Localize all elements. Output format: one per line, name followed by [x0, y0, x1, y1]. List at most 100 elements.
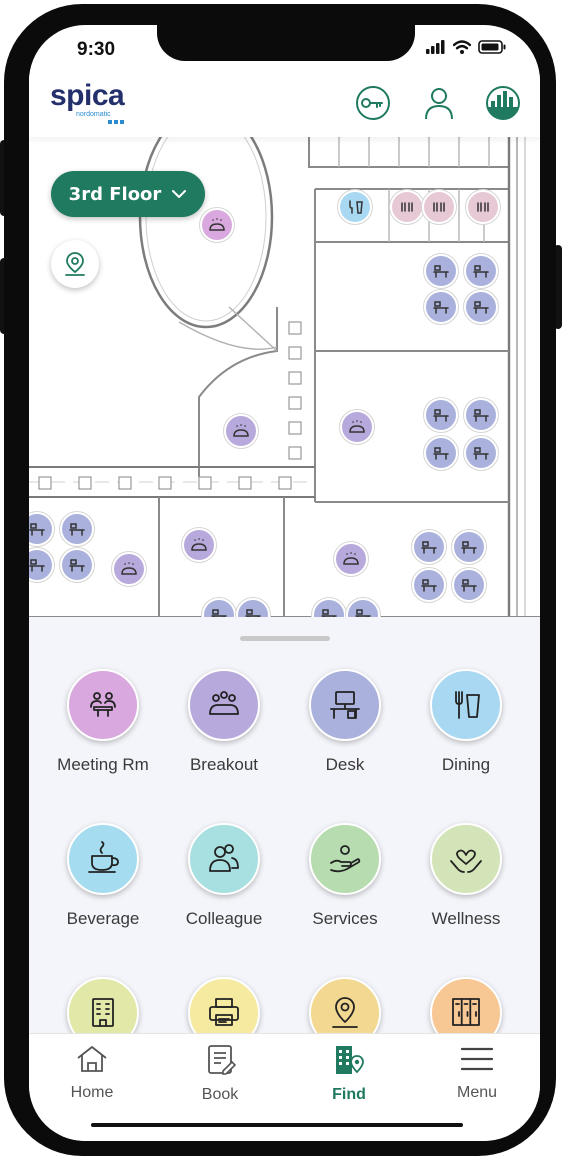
wc-pin[interactable] [465, 189, 501, 225]
screen: 9:30 spica nordomatic 3rd Floor Meeting … [29, 25, 540, 1141]
category-label: Wellness [431, 909, 501, 928]
desk-pin[interactable] [463, 435, 499, 471]
beverage-icon [88, 841, 119, 873]
category-desk[interactable]: Desk [285, 669, 405, 775]
tab-book-label: Book [201, 1086, 239, 1103]
sheet-drag-handle[interactable] [240, 636, 330, 641]
key-icon[interactable] [355, 85, 391, 121]
desk-pin[interactable] [29, 547, 55, 583]
desk-pin[interactable] [235, 597, 271, 618]
locker-icon [452, 998, 480, 1026]
building-avatar-icon[interactable] [485, 85, 521, 121]
dining-icon [455, 691, 480, 719]
app-header: spica nordomatic [29, 75, 540, 137]
book-icon [208, 1045, 237, 1075]
menu-icon [460, 1047, 494, 1071]
tab-find[interactable]: Find [299, 1044, 399, 1104]
tab-menu-label: Menu [456, 1084, 498, 1101]
tab-menu[interactable]: Menu [427, 1044, 527, 1102]
find-icon [336, 1046, 364, 1074]
status-time: 9:30 [77, 39, 116, 60]
desk-pin[interactable] [201, 597, 237, 618]
spica-logo[interactable]: spica nordomatic [50, 79, 125, 124]
desk-pin[interactable] [423, 253, 459, 289]
category-label: Colleague [185, 909, 263, 928]
desk-pin[interactable] [463, 289, 499, 325]
category-services[interactable]: Services [285, 823, 405, 929]
tab-book[interactable]: Book [170, 1044, 270, 1104]
location-pin-icon [65, 252, 85, 276]
wc-pin[interactable] [389, 189, 425, 225]
desk-pin[interactable] [451, 567, 487, 603]
home-icon [77, 1046, 107, 1072]
category-label: Services [312, 909, 378, 928]
category-circle [188, 823, 260, 895]
category-label: Beverage [66, 909, 140, 928]
category-circle [67, 823, 139, 895]
wc-pin[interactable] [421, 189, 457, 225]
category-label: Desk [325, 755, 365, 774]
logo-text: spica [50, 79, 125, 112]
signal-icon [426, 40, 445, 54]
floor-selector-label: 3rd Floor [68, 183, 162, 205]
desk-icon [330, 691, 360, 719]
desk-pin[interactable] [451, 529, 487, 565]
category-circle [430, 823, 502, 895]
breakout-pin[interactable] [339, 409, 375, 445]
building-icon [92, 998, 114, 1027]
category-circle [430, 669, 502, 741]
dining-pin[interactable] [337, 189, 373, 225]
category-circle [67, 669, 139, 741]
chevron-down-icon [172, 190, 187, 198]
desk-pin[interactable] [345, 597, 381, 618]
desk-pin[interactable] [311, 597, 347, 618]
category-label: Breakout [189, 755, 259, 774]
tab-home[interactable]: Home [42, 1044, 142, 1102]
desk-pin[interactable] [59, 547, 95, 583]
breakout-pin[interactable] [333, 541, 369, 577]
desk-pin[interactable] [463, 397, 499, 433]
category-colleague[interactable]: Colleague [164, 823, 284, 929]
category-circle [309, 823, 381, 895]
meeting-room-icon [90, 692, 116, 717]
status-icons [426, 40, 506, 54]
category-wellness[interactable]: Wellness [406, 823, 526, 929]
category-circle [188, 669, 260, 741]
logo-squares [108, 120, 124, 124]
phone-frame: 9:30 spica nordomatic 3rd Floor Meeting … [0, 0, 562, 1160]
notch [157, 25, 415, 61]
desk-pin[interactable] [423, 397, 459, 433]
logo-subtext: nordomatic [76, 111, 111, 118]
location-pin-icon [332, 997, 358, 1028]
home-indicator [91, 1123, 463, 1127]
services-icon [330, 845, 361, 873]
desk-pin[interactable] [423, 289, 459, 325]
category-label: Meeting Rm [57, 755, 149, 774]
breakout-pin[interactable] [181, 527, 217, 563]
wifi-icon [453, 40, 471, 54]
battery-icon [478, 40, 506, 54]
breakout-pin[interactable] [111, 551, 147, 587]
floor-selector-button[interactable]: 3rd Floor [51, 171, 205, 217]
tab-find-label: Find [332, 1086, 366, 1103]
category-breakout[interactable]: Breakout [164, 669, 284, 775]
desk-pin[interactable] [463, 253, 499, 289]
breakout-icon [209, 691, 239, 715]
desk-pin[interactable] [411, 529, 447, 565]
location-button[interactable] [51, 240, 99, 288]
category-meeting-rm[interactable]: Meeting Rm [43, 669, 163, 775]
profile-icon[interactable] [421, 85, 457, 121]
category-circle [309, 669, 381, 741]
desk-pin[interactable] [29, 511, 55, 547]
tab-home-label: Home [70, 1084, 114, 1101]
meeting-pin[interactable] [199, 207, 235, 243]
desk-pin[interactable] [423, 435, 459, 471]
desk-pin[interactable] [59, 511, 95, 547]
category-beverage[interactable]: Beverage [43, 823, 163, 929]
wellness-icon [450, 849, 482, 873]
category-sheet: Meeting Rm Breakout Desk Dining Beverage Coll… [29, 617, 540, 1049]
category-dining[interactable]: Dining [406, 669, 526, 775]
printer-icon [209, 998, 239, 1026]
breakout-pin[interactable] [223, 413, 259, 449]
desk-pin[interactable] [411, 567, 447, 603]
